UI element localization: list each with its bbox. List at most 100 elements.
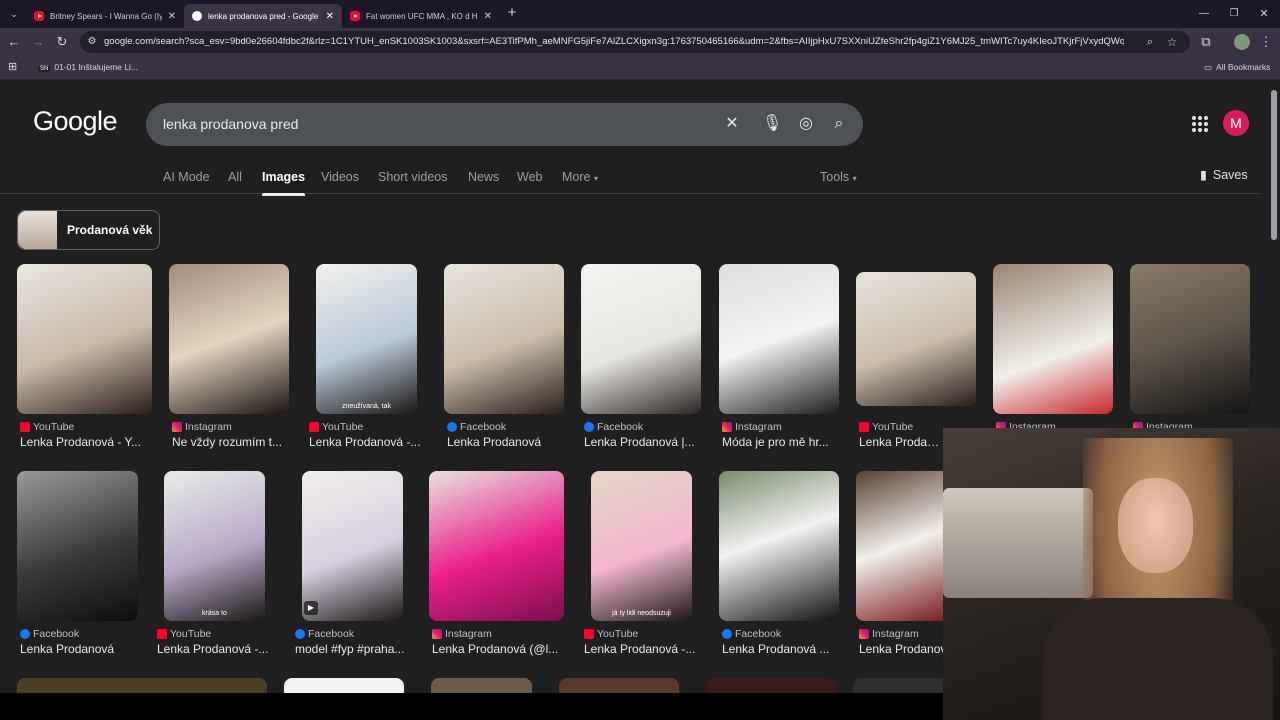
- result-title[interactable]: Ne vždy rozumím t...: [172, 435, 290, 449]
- menu-icon[interactable]: ⋮: [1258, 34, 1274, 50]
- url-text[interactable]: google.com/search?sca_esv=9bd0e26604fdbc…: [104, 36, 1124, 47]
- result-title[interactable]: Lenka Prodanová ...: [722, 642, 840, 656]
- google-logo[interactable]: Google: [33, 106, 118, 137]
- result-source[interactable]: YouTube: [859, 421, 913, 433]
- tab-all[interactable]: All: [228, 170, 242, 184]
- result-thumbnail[interactable]: [856, 272, 976, 406]
- result-title[interactable]: Lenka Prodanová (@l...: [432, 642, 564, 656]
- image-result-partial[interactable]: [431, 678, 532, 693]
- image-result-partial[interactable]: [284, 678, 404, 693]
- result-title[interactable]: Lenka Prodanová: [859, 435, 945, 449]
- tab-web[interactable]: Web: [517, 170, 542, 184]
- result-source[interactable]: Facebook: [447, 421, 506, 433]
- microphone-icon[interactable]: 🎙: [762, 114, 782, 134]
- search-input[interactable]: lenka prodanova pred: [163, 116, 298, 132]
- result-title[interactable]: Lenka Prodanová -...: [584, 642, 702, 656]
- result-title[interactable]: Lenka Prodanová |...: [584, 435, 702, 449]
- result-source[interactable]: Facebook: [722, 628, 781, 640]
- result-title[interactable]: Lenka Prodanová -...: [157, 642, 275, 656]
- result-source[interactable]: YouTube: [20, 421, 74, 433]
- result-thumbnail[interactable]: [719, 264, 839, 414]
- result-title[interactable]: Lenka Prodanová - Y...: [20, 435, 155, 449]
- bookmark-star-icon[interactable]: ☆: [1164, 34, 1180, 50]
- result-thumbnail[interactable]: [856, 471, 943, 621]
- result-thumbnail[interactable]: [1130, 264, 1250, 414]
- minimize-icon[interactable]: —: [1196, 6, 1212, 22]
- apps-grid-icon[interactable]: ⊞: [8, 60, 17, 73]
- result-thumbnail[interactable]: [993, 264, 1113, 414]
- zoom-icon[interactable]: ⌕: [1142, 34, 1158, 50]
- result-thumbnail[interactable]: [719, 471, 839, 621]
- result-title[interactable]: Lenka Prodanová: [20, 642, 138, 656]
- site-info-icon[interactable]: ⚙: [84, 34, 100, 50]
- result-source[interactable]: Instagram: [432, 628, 492, 640]
- result-thumbnail[interactable]: ▶: [302, 471, 403, 621]
- close-window-icon[interactable]: ✕: [1256, 6, 1272, 22]
- result-thumbnail[interactable]: [169, 264, 289, 414]
- back-icon[interactable]: ←: [6, 34, 22, 50]
- tab-ai-mode[interactable]: AI Mode: [163, 170, 210, 184]
- search-box[interactable]: lenka prodanova pred ✕ 🎙 ◎ ⌕: [146, 103, 863, 146]
- result-title[interactable]: Lenka Prodanov: [859, 642, 943, 656]
- tab-images[interactable]: Images: [262, 170, 306, 196]
- related-search-chip[interactable]: Prodanová věk: [17, 210, 160, 250]
- result-thumbnail[interactable]: [429, 471, 564, 621]
- result-thumbnail[interactable]: krása to: [164, 471, 265, 621]
- result-thumbnail[interactable]: já ty lidi neodsuzuji: [591, 471, 692, 621]
- result-title[interactable]: model #fyp #praha...: [295, 642, 413, 656]
- extensions-icon[interactable]: ⧉: [1198, 34, 1214, 50]
- result-thumbnail[interactable]: [17, 471, 138, 621]
- facebook-icon: [584, 422, 594, 432]
- saves-button[interactable]: ▮ Saves: [1200, 167, 1248, 182]
- tab-more[interactable]: More ▾: [562, 170, 598, 184]
- result-source[interactable]: Facebook: [584, 421, 643, 433]
- result-title[interactable]: Móda je pro mě hr...: [722, 435, 840, 449]
- result-source[interactable]: Facebook: [295, 628, 354, 640]
- lens-icon[interactable]: ◎: [796, 114, 816, 134]
- tools-button[interactable]: Tools ▾: [820, 170, 857, 184]
- image-result-partial[interactable]: [17, 678, 267, 693]
- avatar[interactable]: M: [1223, 110, 1249, 136]
- search-icon[interactable]: ⌕: [829, 114, 849, 134]
- result-title[interactable]: Lenka Prodanová: [447, 435, 565, 449]
- image-result-partial[interactable]: [706, 678, 836, 693]
- result-source[interactable]: Instagram: [172, 421, 232, 433]
- result-source[interactable]: YouTube: [157, 628, 211, 640]
- bookmark-item[interactable]: SN 01-01 Inštalujeme Li...: [38, 62, 138, 72]
- result-source[interactable]: Instagram: [722, 421, 782, 433]
- result-source[interactable]: Facebook: [20, 628, 79, 640]
- result-source[interactable]: YouTube: [309, 421, 363, 433]
- reload-icon[interactable]: ↻: [54, 34, 70, 50]
- tab-short-videos[interactable]: Short videos: [378, 170, 447, 184]
- all-bookmarks[interactable]: ▭ All Bookmarks: [1204, 62, 1270, 73]
- clear-icon[interactable]: ✕: [722, 114, 742, 134]
- tab-news[interactable]: News: [468, 170, 499, 184]
- google-apps-icon[interactable]: [1192, 116, 1208, 132]
- new-tab-button[interactable]: +: [504, 5, 520, 21]
- close-tab-icon[interactable]: ✕: [168, 11, 176, 22]
- image-result-partial[interactable]: [559, 678, 679, 693]
- page-scrollbar[interactable]: [1271, 90, 1277, 240]
- bottom-black-bar: [0, 693, 943, 720]
- close-tab-icon[interactable]: ✕: [484, 11, 492, 22]
- restore-icon[interactable]: ❐: [1226, 6, 1242, 22]
- result-source-label: Facebook: [735, 628, 782, 640]
- close-tab-icon[interactable]: ✕: [326, 11, 334, 22]
- browser-tab-2[interactable]: lenka prodanova pred - Google ✕: [184, 4, 342, 28]
- browser-tab-3[interactable]: Fat women UFC MMA , KO d H ✕: [342, 4, 500, 28]
- chip-thumbnail: [18, 211, 57, 249]
- result-thumbnail[interactable]: [581, 264, 701, 414]
- result-source[interactable]: Instagram: [859, 628, 919, 640]
- result-thumbnail[interactable]: [17, 264, 152, 414]
- forward-icon[interactable]: →: [30, 34, 46, 50]
- result-source[interactable]: YouTube: [584, 628, 638, 640]
- result-thumbnail[interactable]: [444, 264, 564, 414]
- result-title[interactable]: Lenka Prodanová -...: [309, 435, 427, 449]
- tab-search-icon[interactable]: ⌄: [6, 6, 22, 22]
- result-thumbnail[interactable]: zneužívaná, tak: [316, 264, 417, 414]
- tab-videos[interactable]: Videos: [321, 170, 359, 184]
- image-result-partial[interactable]: [853, 678, 943, 693]
- address-bar[interactable]: ⚙ google.com/search?sca_esv=9bd0e26604fd…: [80, 31, 1190, 53]
- browser-tab-1[interactable]: Britney Spears - I Wanna Go (Iy ✕: [26, 4, 184, 28]
- profile-icon[interactable]: [1234, 34, 1250, 50]
